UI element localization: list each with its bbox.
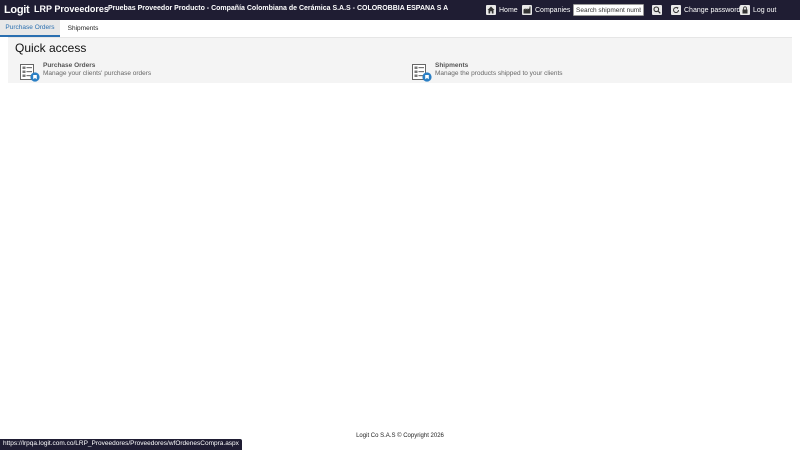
app-title: LRP Proveedores xyxy=(34,4,109,14)
top-bar: Logit LRP Proveedores Pruebas Proveedor … xyxy=(0,0,800,20)
status-bar-url: https://lrpqa.logit.com.co/LRP_Proveedor… xyxy=(0,439,242,450)
logout-link[interactable]: Log out xyxy=(740,4,776,16)
tab-bar: Purchase Orders Shipments xyxy=(0,20,800,37)
refresh-icon xyxy=(671,5,681,15)
home-link[interactable]: Home xyxy=(486,4,518,16)
quick-access-title: Quick access xyxy=(15,41,87,55)
home-label: Home xyxy=(499,6,518,14)
quick-access-description: Manage the products shipped to your clie… xyxy=(435,70,563,77)
quick-access-label: Purchase Orders xyxy=(43,62,96,69)
lock-icon xyxy=(740,5,750,15)
companies-label: Companies xyxy=(535,6,571,14)
search-icon xyxy=(653,6,661,14)
shipment-search-input[interactable] xyxy=(573,4,644,16)
tab-shipments[interactable]: Shipments xyxy=(60,20,106,37)
companies-link[interactable]: Companies xyxy=(522,4,570,16)
company-title: Pruebas Proveedor Producto - Compañía Co… xyxy=(108,5,449,12)
document-list-icon xyxy=(412,64,432,82)
logo[interactable]: Logit xyxy=(4,3,30,17)
home-icon xyxy=(486,5,496,15)
search-button[interactable] xyxy=(652,5,662,15)
change-password-link[interactable]: Change password xyxy=(671,4,740,16)
tab-purchase-orders[interactable]: Purchase Orders xyxy=(0,20,60,37)
quick-access-panel: Quick access Purchase Orders Manage your… xyxy=(8,37,792,83)
document-list-icon xyxy=(20,64,40,82)
logout-label: Log out xyxy=(753,6,777,14)
quick-access-description: Manage your clients' purchase orders xyxy=(43,70,152,77)
quick-access-label: Shipments xyxy=(435,62,469,69)
change-password-label: Change password xyxy=(684,6,741,14)
factory-icon xyxy=(522,5,532,15)
logo-text: Logit xyxy=(4,4,30,16)
